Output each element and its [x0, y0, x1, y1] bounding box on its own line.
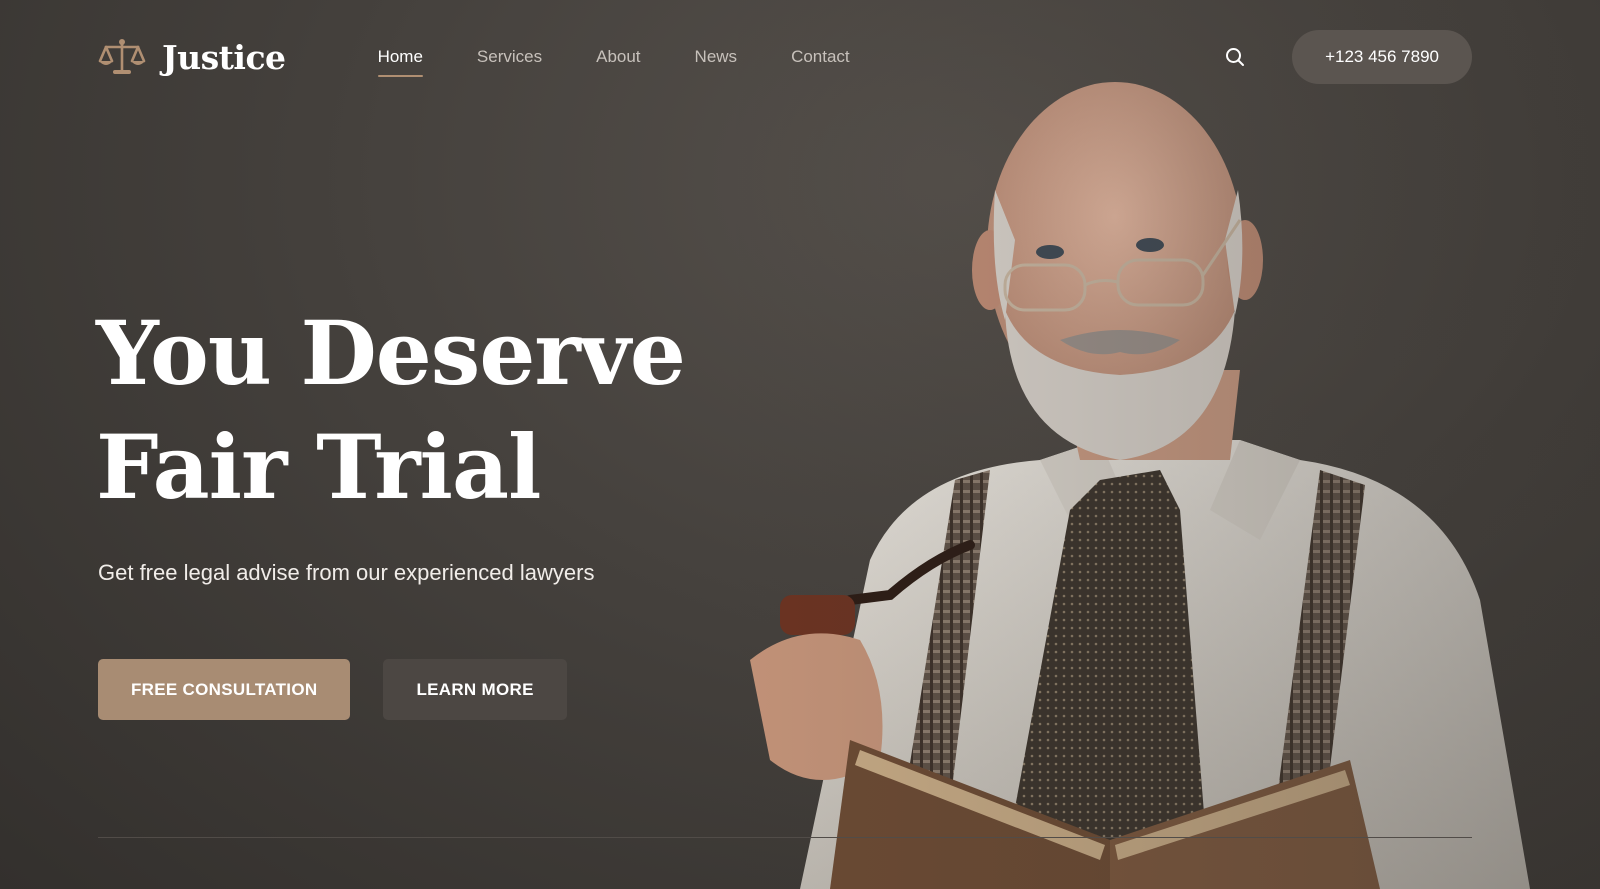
landing-page: Justice Home Services About News Contact…	[0, 0, 1600, 889]
section-divider	[98, 837, 1472, 838]
hero-title-line-1: You Deserve	[96, 301, 686, 405]
header-actions: +123 456 7890	[1224, 30, 1472, 84]
nav-item-home[interactable]: Home	[377, 41, 424, 77]
nav-item-news[interactable]: News	[695, 41, 738, 73]
free-consultation-button[interactable]: FREE CONSULTATION	[98, 659, 351, 720]
hero-subtitle: Get free legal advise from our experienc…	[98, 560, 595, 585]
scales-icon	[98, 39, 146, 74]
search-icon[interactable]	[1224, 46, 1246, 68]
hero-title-line-2: Fair Trial	[96, 415, 541, 519]
site-header: Justice Home Services About News Contact…	[98, 30, 1472, 84]
brand-logo[interactable]: Justice	[98, 37, 286, 77]
main-nav: Home Services About News Contact	[377, 41, 850, 77]
phone-button[interactable]: +123 456 7890	[1292, 30, 1472, 84]
nav-item-services[interactable]: Services	[477, 41, 542, 73]
brand-name: Justice	[162, 37, 286, 77]
nav-item-contact[interactable]: Contact	[791, 41, 850, 73]
learn-more-button[interactable]: LEARN MORE	[383, 659, 567, 720]
nav-item-about[interactable]: About	[596, 41, 640, 73]
hero-buttons: FREE CONSULTATION LEARN MORE	[98, 659, 567, 720]
hero-title: You Deserve Fair Trial	[96, 296, 686, 524]
